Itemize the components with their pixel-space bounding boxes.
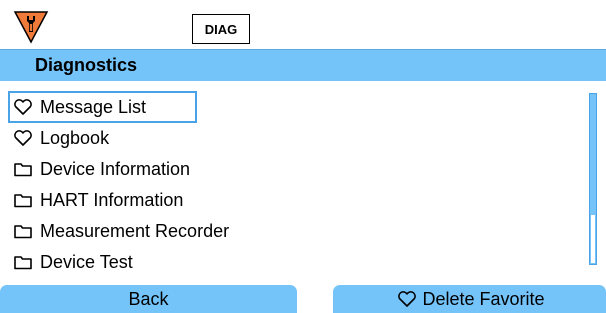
menu-item-hart-information[interactable]: HART Information — [10, 186, 550, 214]
menu-item-label: Device Information — [40, 158, 191, 179]
folder-icon — [10, 159, 36, 179]
scrollbar[interactable] — [589, 93, 597, 265]
menu-item-message-list[interactable]: Message List — [8, 91, 197, 123]
menu-item-device-test[interactable]: Device Test — [10, 248, 550, 276]
menu-item-label: Measurement Recorder — [40, 220, 230, 241]
back-button-label: Back — [128, 288, 169, 309]
page-title: Diagnostics — [35, 55, 138, 75]
favorite-heart-icon — [10, 97, 36, 117]
delete-favorite-label: Delete Favorite — [422, 288, 545, 309]
menu-item-label: Device Test — [40, 251, 133, 272]
folder-icon — [10, 221, 36, 241]
menu-item-label: Logbook — [40, 127, 110, 148]
scroll-thumb[interactable] — [591, 215, 595, 263]
title-bar: Diagnostics — [0, 49, 606, 81]
delete-favorite-button[interactable]: Delete Favorite — [333, 285, 606, 313]
folder-icon — [10, 190, 36, 210]
folder-icon — [10, 252, 36, 272]
favorite-heart-icon — [10, 128, 36, 148]
menu-item-label: Message List — [40, 96, 147, 117]
status-bar: DIAG — [0, 0, 606, 50]
menu-item-measurement-recorder[interactable]: Measurement Recorder — [10, 217, 550, 245]
menu-item-label: HART Information — [40, 189, 184, 210]
back-button[interactable]: Back — [0, 285, 297, 313]
mode-indicator: DIAG — [192, 14, 250, 44]
menu-item-device-information[interactable]: Device Information — [10, 155, 550, 183]
wrench-warning-icon — [13, 11, 49, 44]
favorite-heart-icon — [394, 289, 420, 309]
menu-item-logbook[interactable]: Logbook — [10, 124, 550, 152]
